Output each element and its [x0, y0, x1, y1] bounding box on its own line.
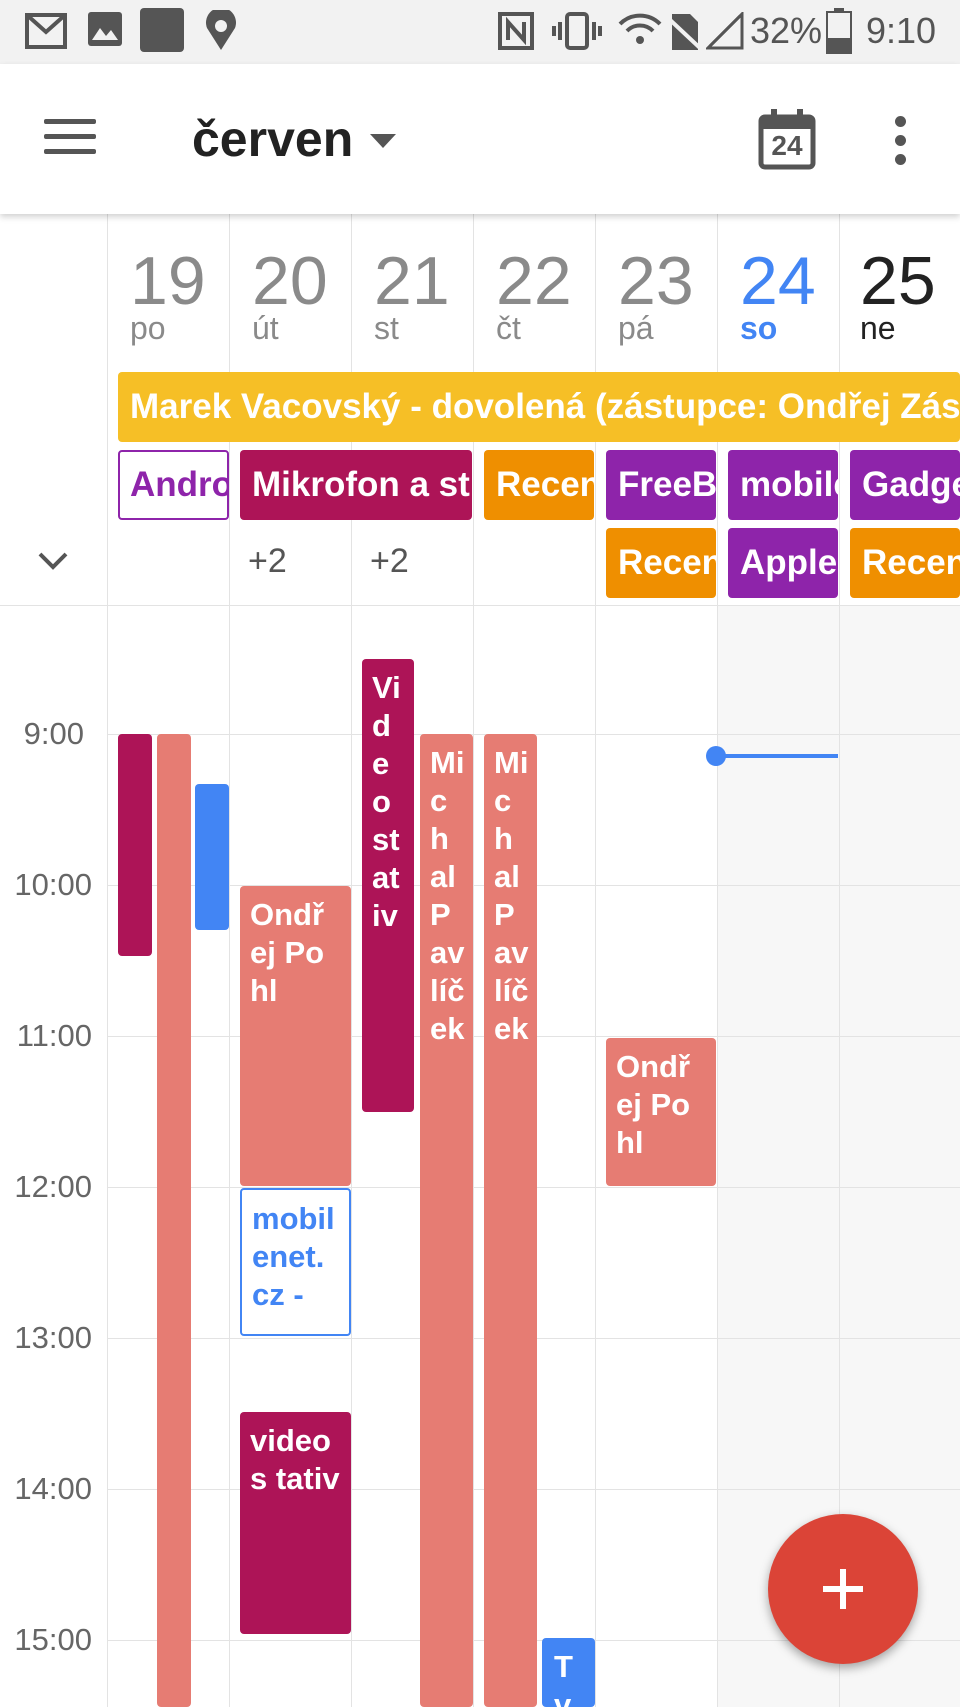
time-label: 13:00 [14, 1320, 92, 1355]
day-number: 21 [374, 243, 450, 319]
day-column-header[interactable]: 23 pá [596, 214, 717, 346]
all-day-event-chip[interactable]: mobile [728, 450, 838, 520]
day-name: út [252, 310, 279, 346]
all-day-event-chip[interactable]: Mikrofon a st [240, 450, 472, 520]
gmail-icon [25, 13, 67, 49]
day-name: so [740, 310, 778, 346]
wifi-icon [618, 13, 662, 44]
week-header: 19 po 20 út 21 st 22 čt 23 pá 24 so 25 n… [0, 214, 960, 606]
all-day-event-chip[interactable]: Recen [850, 528, 960, 598]
all-day-event-chip[interactable]: FreeBo [606, 450, 716, 520]
dropdown-caret-icon[interactable] [370, 134, 396, 148]
today-calendar-icon[interactable]: 24 [758, 108, 816, 170]
calendar-event[interactable]: Videostativ [362, 659, 414, 1112]
more-vert-icon[interactable] [890, 116, 910, 166]
day-column-header[interactable]: 25 ne [840, 214, 960, 346]
battery-icon [826, 8, 852, 54]
time-label: 14:00 [14, 1471, 92, 1506]
no-sim-icon [666, 14, 702, 50]
all-day-event-chip[interactable]: Gadge [850, 450, 960, 520]
app-bar: červen 24 [0, 64, 960, 214]
calendar-event[interactable] [118, 734, 152, 956]
add-event-button[interactable] [768, 1514, 918, 1664]
day-column-header[interactable]: 22 čt [474, 214, 595, 346]
signal-icon [706, 12, 744, 50]
nfc-icon [498, 12, 534, 50]
image-icon [88, 12, 122, 46]
current-time-line [716, 754, 838, 758]
calendar-event[interactable] [195, 784, 229, 930]
all-day-event-chip[interactable]: Recen [606, 528, 716, 598]
calendar-event[interactable]: Michal Pavlíček [420, 734, 473, 1707]
time-label: 15:00 [14, 1622, 92, 1657]
battery-percent: 32% [750, 10, 823, 51]
day-column-header[interactable]: 20 út [230, 214, 351, 346]
time-label: 9:00 [23, 716, 84, 751]
day-number: 25 [860, 243, 936, 319]
day-column-header[interactable]: 19 po [108, 214, 229, 346]
menu-icon[interactable] [44, 119, 98, 159]
day-number: 20 [252, 243, 328, 319]
calendar-event[interactable]: Ondřej Pohl [240, 886, 351, 1186]
time-label: 11:00 [16, 1018, 92, 1053]
all-day-event-chip[interactable]: Andro [118, 450, 229, 520]
time-label: 12:00 [14, 1169, 92, 1204]
day-number: 24 [740, 243, 816, 319]
day-name: po [130, 310, 166, 346]
calendar-event[interactable]: mobilenet.cz - [240, 1188, 351, 1336]
today-date-number: 24 [771, 130, 803, 161]
vibrate-icon [552, 12, 602, 50]
calendar-event[interactable]: videos tativ [240, 1412, 351, 1634]
all-day-event-chip[interactable]: Recen [484, 450, 594, 520]
day-column-header-today[interactable]: 24 so [718, 214, 839, 346]
day-name: st [374, 310, 399, 346]
more-events-indicator[interactable]: +2 [370, 542, 409, 581]
time-label: 10:00 [14, 867, 92, 902]
all-day-event-banner[interactable]: Marek Vacovský - dovolená (zástupce: Ond… [118, 372, 960, 442]
calendar-event[interactable]: Ondřej Pohl [606, 1038, 716, 1186]
day-name: ne [860, 310, 896, 346]
calendar-event[interactable]: Michal Pavlíček [484, 734, 537, 1707]
chevron-down-icon[interactable] [36, 548, 70, 572]
day-number: 23 [618, 243, 694, 319]
day-name: pá [618, 310, 654, 346]
day-number: 19 [130, 243, 206, 319]
calendar-event[interactable] [157, 734, 191, 1707]
more-events-indicator[interactable]: +2 [248, 542, 287, 581]
maps-icon [206, 10, 236, 50]
app-icon [140, 8, 184, 52]
day-number: 22 [496, 243, 572, 319]
calendar-event[interactable]: Tvoří [542, 1638, 595, 1707]
day-name: čt [496, 310, 521, 346]
status-bar: 32% 9:10 [0, 0, 960, 64]
day-column-header[interactable]: 21 st [352, 214, 473, 346]
all-day-event-chip[interactable]: Apple [728, 528, 838, 598]
clock: 9:10 [866, 10, 937, 51]
month-title[interactable]: červen [192, 110, 353, 168]
